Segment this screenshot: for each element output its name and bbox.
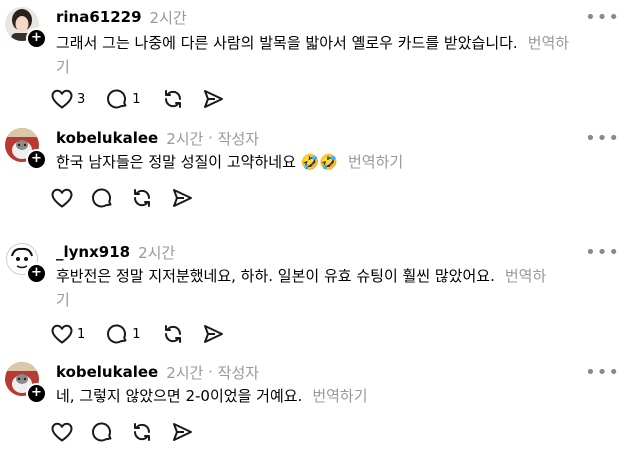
reply-count: 1: [132, 91, 141, 107]
thread-reply: + kobelukalee 2시간 · 작성자 ••• 한국 남자들은 정말 성…: [0, 128, 626, 218]
share-button[interactable]: [170, 420, 194, 444]
author-separator: ·: [203, 363, 218, 381]
share-button[interactable]: [201, 87, 225, 111]
thread-reply: + rina61229 2시간 ••• 그래서 그는 나중에 다른 사람의 발목…: [0, 7, 626, 117]
repost-icon: [164, 90, 181, 108]
like-button[interactable]: 1: [50, 322, 89, 346]
author-badge: 작성자: [217, 363, 260, 382]
send-icon: [173, 189, 192, 207]
like-button[interactable]: [50, 186, 74, 210]
comment-icon: [92, 422, 112, 442]
action-bar: 1 1: [50, 321, 241, 347]
thread-reply: + _lynx918 2시간 ••• 후반전은 정말 지저분했네요, 하하. 일…: [0, 242, 626, 350]
avatar[interactable]: +: [5, 242, 47, 284]
heart-icon: [51, 89, 73, 109]
repost-button[interactable]: [130, 186, 154, 210]
like-count: 3: [77, 91, 86, 107]
timestamp[interactable]: 2시간: [166, 128, 203, 149]
avatar[interactable]: +: [5, 7, 47, 49]
comment-icon: [107, 89, 127, 109]
timestamp[interactable]: 2시간: [138, 242, 175, 263]
action-bar: 3 1: [50, 86, 241, 112]
send-icon: [203, 90, 223, 108]
action-bar: [50, 185, 210, 211]
action-bar: [50, 419, 210, 445]
author-separator: ·: [203, 129, 218, 147]
reply-button[interactable]: 1: [105, 87, 144, 111]
share-button[interactable]: [201, 322, 225, 346]
like-count: 1: [77, 326, 86, 342]
reply-body: 네, 그렇지 않았으면 2-0이었을 거예요. 번역하기: [56, 384, 576, 408]
comment-icon: [92, 188, 112, 208]
more-icon[interactable]: •••: [585, 362, 620, 383]
comment-icon: [107, 324, 127, 344]
reply-body: 한국 남자들은 정말 성질이 고약하네요 🤣🤣 번역하기: [56, 150, 576, 174]
username[interactable]: kobelukalee: [56, 129, 158, 147]
like-button[interactable]: 3: [50, 87, 89, 111]
reply-text: 그래서 그는 나중에 다른 사람의 발목을 밟아서 옐로우 카드를 받았습니다.: [56, 34, 518, 52]
heart-icon: [51, 188, 73, 208]
translate-link[interactable]: 번역하기: [348, 153, 403, 171]
reply-body: 그래서 그는 나중에 다른 사람의 발목을 밟아서 옐로우 카드를 받았습니다.…: [56, 31, 576, 79]
reply-count: 1: [132, 326, 141, 342]
send-icon: [203, 325, 223, 343]
send-icon: [173, 423, 192, 441]
username[interactable]: rina61229: [56, 8, 142, 26]
follow-plus-icon[interactable]: +: [26, 383, 47, 404]
author-badge: 작성자: [217, 129, 260, 148]
share-button[interactable]: [170, 186, 194, 210]
more-icon[interactable]: •••: [585, 7, 620, 28]
more-icon[interactable]: •••: [585, 128, 620, 149]
timestamp[interactable]: 2시간: [150, 7, 187, 28]
timestamp[interactable]: 2시간: [166, 362, 203, 383]
username[interactable]: kobelukalee: [56, 363, 158, 381]
repost-icon: [133, 423, 151, 441]
repost-button[interactable]: [161, 87, 185, 111]
reply-text: 네, 그렇지 않았으면 2-0이었을 거예요.: [56, 387, 303, 405]
follow-plus-icon[interactable]: +: [26, 28, 47, 49]
follow-plus-icon[interactable]: +: [26, 149, 47, 170]
reply-text: 한국 남자들은 정말 성질이 고약하네요 🤣🤣: [56, 153, 338, 171]
heart-icon: [51, 324, 73, 344]
repost-button[interactable]: [161, 322, 185, 346]
reply-button[interactable]: [90, 186, 114, 210]
thread-reply: + kobelukalee 2시간 · 작성자 ••• 네, 그렇지 않았으면 …: [0, 362, 626, 448]
translate-link[interactable]: 번역하기: [312, 387, 367, 405]
repost-icon: [133, 189, 151, 207]
repost-icon: [164, 325, 181, 343]
heart-icon: [51, 422, 73, 442]
like-button[interactable]: [50, 420, 74, 444]
repost-button[interactable]: [130, 420, 154, 444]
reply-text: 후반전은 정말 지저분했네요, 하하. 일본이 유효 슈팅이 훨씬 많았어요.: [56, 267, 495, 285]
username[interactable]: _lynx918: [56, 243, 130, 261]
reply-button[interactable]: 1: [105, 322, 144, 346]
avatar[interactable]: +: [5, 362, 47, 404]
reply-body: 후반전은 정말 지저분했네요, 하하. 일본이 유효 슈팅이 훨씬 많았어요. 번…: [56, 264, 556, 312]
reply-button[interactable]: [90, 420, 114, 444]
avatar[interactable]: +: [5, 128, 47, 170]
more-icon[interactable]: •••: [585, 242, 620, 263]
follow-plus-icon[interactable]: +: [26, 263, 47, 284]
